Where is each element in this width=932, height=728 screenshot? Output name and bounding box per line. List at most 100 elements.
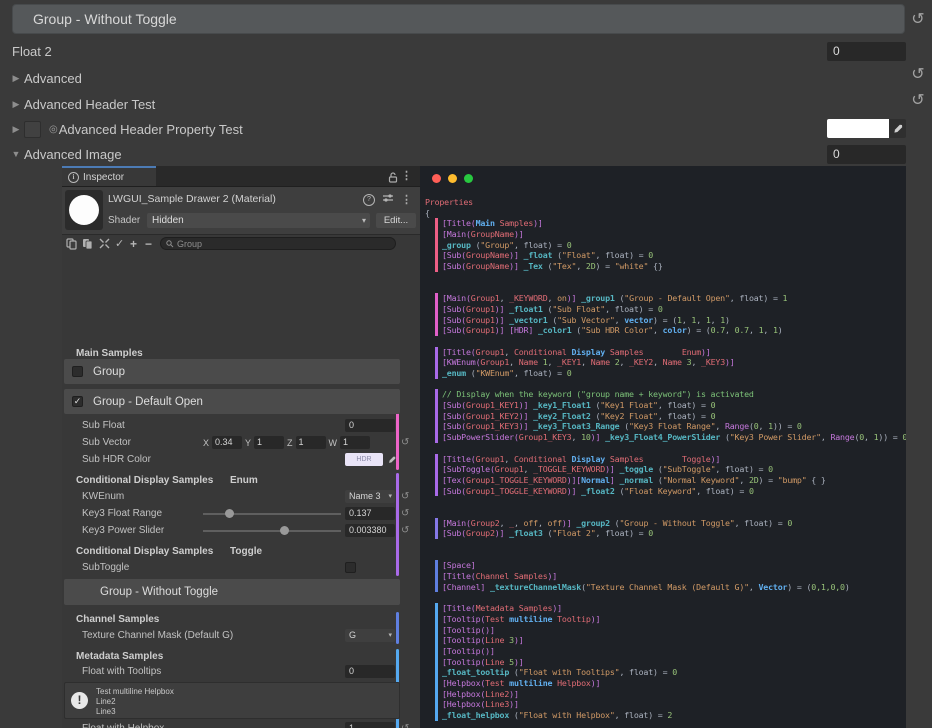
shader-code-panel: Properties{[Title(Main Samples)][Main(Gr… xyxy=(420,166,906,728)
code-line: [Helpbox(Test multiline Helpbox)] xyxy=(420,678,906,689)
code-line: [SubToggle(Group1, _TOGGLE_KEYWORD)] _to… xyxy=(420,464,906,475)
code-line: [Title(Group1, Conditional Display Sampl… xyxy=(420,347,906,358)
subtoggle-checkbox[interactable] xyxy=(345,562,356,573)
key3-float-range-row: Key3 Float Range 0.137 ↺ xyxy=(62,506,420,521)
kwenum-dropdown[interactable]: Name 3▾ xyxy=(345,490,395,503)
warning-icon: ! xyxy=(71,692,88,709)
advanced-image-foldout[interactable]: ▼ Advanced Image 0 xyxy=(0,143,932,165)
vector-z-field[interactable]: 1 xyxy=(296,436,326,449)
material-preview[interactable] xyxy=(65,190,103,230)
code-line: _float_helpbox ("Float with Helpbox", fl… xyxy=(420,710,906,721)
kwenum-label: KWEnum xyxy=(62,491,124,502)
copy-icon[interactable] xyxy=(66,238,77,253)
code-line: [Sub(Group1_TOGGLE_KEYWORD)] _float2 ("F… xyxy=(420,486,906,497)
key3-float-range-slider[interactable] xyxy=(203,507,341,520)
shader-value: Hidden xyxy=(152,215,184,226)
float-with-helpbox-field[interactable]: 1 xyxy=(345,722,395,728)
tab-menu-icon[interactable]: ⋮ xyxy=(401,169,412,182)
group-default-open-checkbox[interactable]: ✓ xyxy=(72,396,83,407)
revert-icon[interactable]: ↺ xyxy=(401,525,409,536)
tab-inspector[interactable]: i Inspector xyxy=(62,166,156,186)
float-with-tooltips-field[interactable]: 0 xyxy=(345,665,395,678)
presets-icon[interactable] xyxy=(383,193,393,206)
eyedropper-button[interactable] xyxy=(386,453,397,466)
group-header-label: Group - Without Toggle xyxy=(33,11,177,27)
conditional-enum-header: Conditional Display Samples Enum xyxy=(62,473,420,487)
revert-icon[interactable]: ↺ xyxy=(908,64,928,84)
revert-icon[interactable]: ↺ xyxy=(401,723,409,728)
code-section-bar xyxy=(435,389,438,400)
helpbox-line: Line3 xyxy=(96,707,116,716)
sub-vector-row: Sub Vector X 0.34 Y 1 Z 1 W 1 ↺ xyxy=(62,435,420,450)
paste-icon[interactable] xyxy=(82,238,93,253)
vector-w-field[interactable]: 1 xyxy=(340,436,370,449)
advanced-image-label: Advanced Image xyxy=(24,147,122,162)
group-default-open-header[interactable]: ✓ Group - Default Open xyxy=(64,389,400,414)
advanced-image-field[interactable]: 0 xyxy=(827,145,906,164)
foldout-arrow-icon[interactable]: ▶ xyxy=(8,73,24,84)
vector-y-label: Y xyxy=(245,438,251,448)
channel-mask-dropdown[interactable]: G▾ xyxy=(345,629,395,642)
sub-vector-label: Sub Vector xyxy=(62,437,131,448)
code-section-bar xyxy=(435,571,438,582)
code-line: { xyxy=(420,208,906,219)
code-line: [Tooltip(Test multiline Tooltip)] xyxy=(420,614,906,625)
revert-icon[interactable]: ↺ xyxy=(908,90,928,110)
code-section-bar xyxy=(435,528,438,539)
zoom-window-icon xyxy=(464,174,473,183)
code-line: [Main(GroupName)] xyxy=(420,229,906,240)
help-icon[interactable]: ? xyxy=(363,194,375,206)
sub-float-field[interactable]: 0 xyxy=(345,419,395,432)
revert-icon[interactable]: ↺ xyxy=(401,491,409,502)
code-line: [Sub(Group1)] [HDR] _color1 ("Sub HDR Co… xyxy=(420,325,906,336)
code-line: [Sub(Group1_KEY1)] _key1_Float1 ("Key1 F… xyxy=(420,400,906,411)
code-section-bar xyxy=(435,411,438,422)
code-line: [Sub(GroupName)] _Tex ("Tex", 2D) = "whi… xyxy=(420,261,906,272)
key3-power-slider[interactable] xyxy=(203,524,341,537)
subtoggle-row: SubToggle xyxy=(62,560,420,575)
search-input[interactable]: Group xyxy=(160,237,396,250)
eyedropper-button[interactable] xyxy=(889,119,906,138)
subtoggle-label: SubToggle xyxy=(62,562,129,573)
group-checkbox[interactable] xyxy=(72,366,83,377)
shader-dropdown[interactable]: Hidden ▾ xyxy=(147,213,370,228)
channel-samples-header: Channel Samples xyxy=(62,612,420,626)
search-icon xyxy=(166,240,174,248)
vector-x-field[interactable]: 0.34 xyxy=(212,436,242,449)
advanced-header-test-foldout[interactable]: ▶ Advanced Header Test xyxy=(0,93,932,115)
code-section-bar xyxy=(435,518,438,529)
code-line: [KWEnum(Group1, Name 1, _KEY1, Name 2, _… xyxy=(420,357,906,368)
float2-field[interactable]: 0 xyxy=(827,42,906,61)
code-line xyxy=(420,443,906,454)
key3-power-slider-field[interactable]: 0.003380 xyxy=(345,524,395,537)
code-section-bar xyxy=(435,368,438,379)
float2-label: Float 2 xyxy=(0,44,52,59)
code-line: [Sub(Group1)] _vector1 ("Sub Vector", ve… xyxy=(420,315,906,326)
foldout-arrow-icon[interactable]: ▶ xyxy=(8,99,24,110)
group-without-toggle-header[interactable]: Group - Without Toggle xyxy=(12,4,905,34)
advanced-foldout[interactable]: ▶ Advanced xyxy=(0,67,932,89)
revert-icon[interactable]: ↺ xyxy=(401,437,409,448)
remove-icon[interactable]: − xyxy=(145,238,152,251)
hdr-color-swatch[interactable]: HDR xyxy=(345,453,383,466)
checkout-icon[interactable]: ✓ xyxy=(115,238,124,251)
add-icon[interactable]: + xyxy=(130,238,137,251)
key3-float-range-field[interactable]: 0.137 xyxy=(345,507,395,520)
color-swatch[interactable] xyxy=(827,119,889,138)
shader-label: Shader xyxy=(108,215,140,226)
group-without-toggle-inner-header[interactable]: Group - Without Toggle xyxy=(64,579,400,605)
material-menu-icon[interactable]: ⋮ xyxy=(401,193,412,206)
code-line: [Main(Group1, _KEYWORD, on)] _group1 ("G… xyxy=(420,293,906,304)
foldout-arrow-icon[interactable]: ▼ xyxy=(8,149,24,159)
edit-shader-button[interactable]: Edit... xyxy=(376,213,416,228)
revert-icon[interactable]: ↺ xyxy=(908,9,928,29)
code-line: Properties xyxy=(420,197,906,208)
collapse-all-icon[interactable] xyxy=(99,238,110,252)
revert-icon[interactable]: ↺ xyxy=(401,508,409,519)
vector-y-field[interactable]: 1 xyxy=(254,436,284,449)
lock-icon[interactable] xyxy=(388,170,398,188)
texture-channel-mask-row: Texture Channel Mask (Default G) G▾ xyxy=(62,628,420,643)
code-section-bar xyxy=(435,325,438,336)
code-section-bar xyxy=(435,218,438,229)
group-foldout-header[interactable]: Group xyxy=(64,359,400,384)
